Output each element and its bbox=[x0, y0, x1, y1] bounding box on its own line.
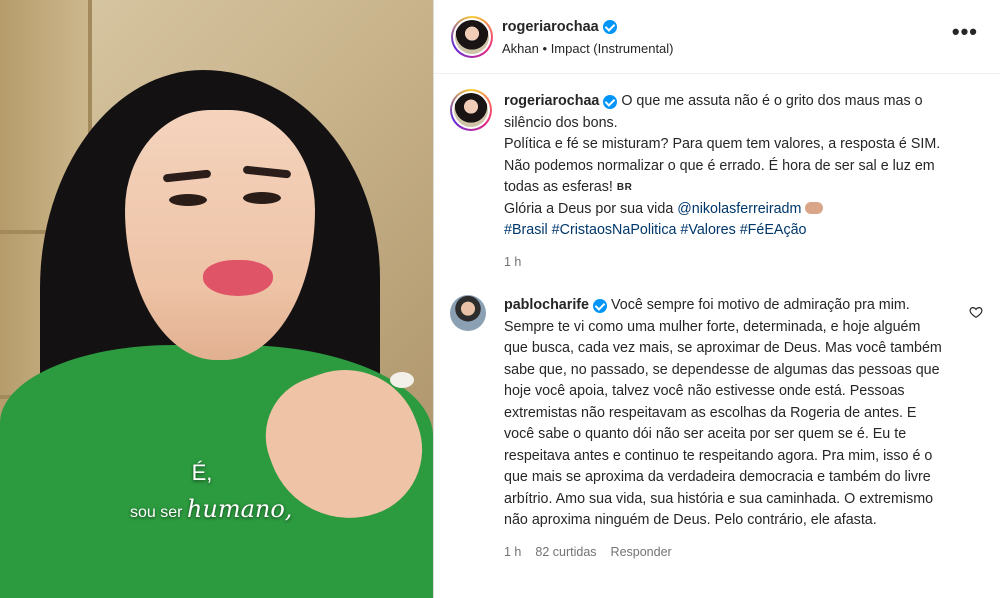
author-avatar-border bbox=[453, 17, 491, 56]
author-avatar-image bbox=[455, 19, 489, 54]
post-modal: É, sou ser humano, rogeriarochaa Akhan •… bbox=[0, 0, 1000, 598]
video-player[interactable]: É, sou ser humano, bbox=[0, 0, 433, 598]
fingernail bbox=[390, 372, 414, 388]
reply-button[interactable]: Responder bbox=[611, 542, 672, 564]
right-eyebrow bbox=[242, 165, 292, 179]
comment-text: Você sempre foi motivo de admiração pra … bbox=[504, 297, 942, 528]
video-caption-line2: sou ser humano, bbox=[130, 495, 300, 523]
comment-time[interactable]: 1 h bbox=[504, 542, 521, 564]
lips bbox=[203, 260, 273, 296]
post-header: rogeriarochaa Akhan • Impact (Instrument… bbox=[434, 0, 1000, 74]
caption-text-2: Glória a Deus por sua vida bbox=[504, 200, 678, 217]
author-avatar[interactable] bbox=[451, 15, 493, 58]
verified-badge-icon bbox=[593, 298, 608, 313]
author-username[interactable]: rogeriarochaa bbox=[502, 19, 599, 35]
commenter-avatar-wrap[interactable] bbox=[450, 295, 492, 563]
right-eye bbox=[243, 192, 281, 204]
video-caption-line1: É, bbox=[191, 460, 213, 485]
comments-list[interactable]: rogeriarochaa O que me assuta não é o gr… bbox=[434, 75, 1000, 598]
audio-info[interactable]: Akhan • Impact (Instrumental) bbox=[502, 41, 674, 56]
comment-body: pablocharife Você sempre foi motivo de a… bbox=[504, 295, 944, 563]
hashtags[interactable]: #Brasil #CristaosNaPolitica #Valores #Fé… bbox=[504, 222, 807, 238]
caption-username[interactable]: rogeriarochaa bbox=[504, 91, 599, 113]
video-caption-prefix: sou ser bbox=[130, 504, 187, 521]
commenter-avatar[interactable] bbox=[450, 295, 486, 331]
commenter-username[interactable]: pablocharife bbox=[504, 295, 589, 317]
header-username-row: rogeriarochaa bbox=[502, 19, 617, 35]
commenter-username-wrap: pablocharife bbox=[504, 295, 608, 317]
audio-artist[interactable]: Akhan bbox=[502, 41, 539, 56]
comment-likes[interactable]: 82 curtidas bbox=[535, 542, 596, 564]
brazil-flag-icon: BR bbox=[616, 182, 633, 193]
mention-link[interactable]: @nikolasferreiradm bbox=[677, 201, 801, 217]
caption-paragraph: rogeriarochaa O que me assuta não é o gr… bbox=[504, 91, 959, 242]
caption-avatar[interactable] bbox=[450, 89, 492, 273]
video-caption-emphasis: humano, bbox=[186, 495, 293, 523]
audio-separator: • bbox=[542, 40, 548, 56]
left-eye bbox=[169, 194, 207, 206]
caption-username-wrap: rogeriarochaa bbox=[504, 91, 618, 113]
caption-meta: 1 h bbox=[504, 252, 959, 274]
audio-track[interactable]: Impact (Instrumental) bbox=[551, 41, 674, 56]
comment-item: pablocharife Você sempre foi motivo de a… bbox=[450, 295, 1000, 563]
comment-paragraph: pablocharife Você sempre foi motivo de a… bbox=[504, 295, 944, 532]
verified-badge-icon bbox=[602, 19, 617, 34]
left-eyebrow bbox=[162, 169, 212, 183]
more-options-icon[interactable]: ••• bbox=[952, 21, 978, 43]
header-text: rogeriarochaa Akhan • Impact (Instrument… bbox=[502, 18, 674, 56]
post-caption: rogeriarochaa O que me assuta não é o gr… bbox=[450, 89, 1000, 273]
caption-time[interactable]: 1 h bbox=[504, 252, 521, 274]
praying-hands-icon bbox=[805, 201, 824, 214]
post-sidebar: rogeriarochaa Akhan • Impact (Instrument… bbox=[433, 0, 1000, 598]
comment-meta: 1 h 82 curtidas Responder bbox=[504, 542, 944, 564]
like-heart-icon[interactable] bbox=[969, 305, 983, 319]
verified-badge-icon bbox=[603, 94, 618, 109]
caption-body: rogeriarochaa O que me assuta não é o gr… bbox=[504, 91, 959, 273]
